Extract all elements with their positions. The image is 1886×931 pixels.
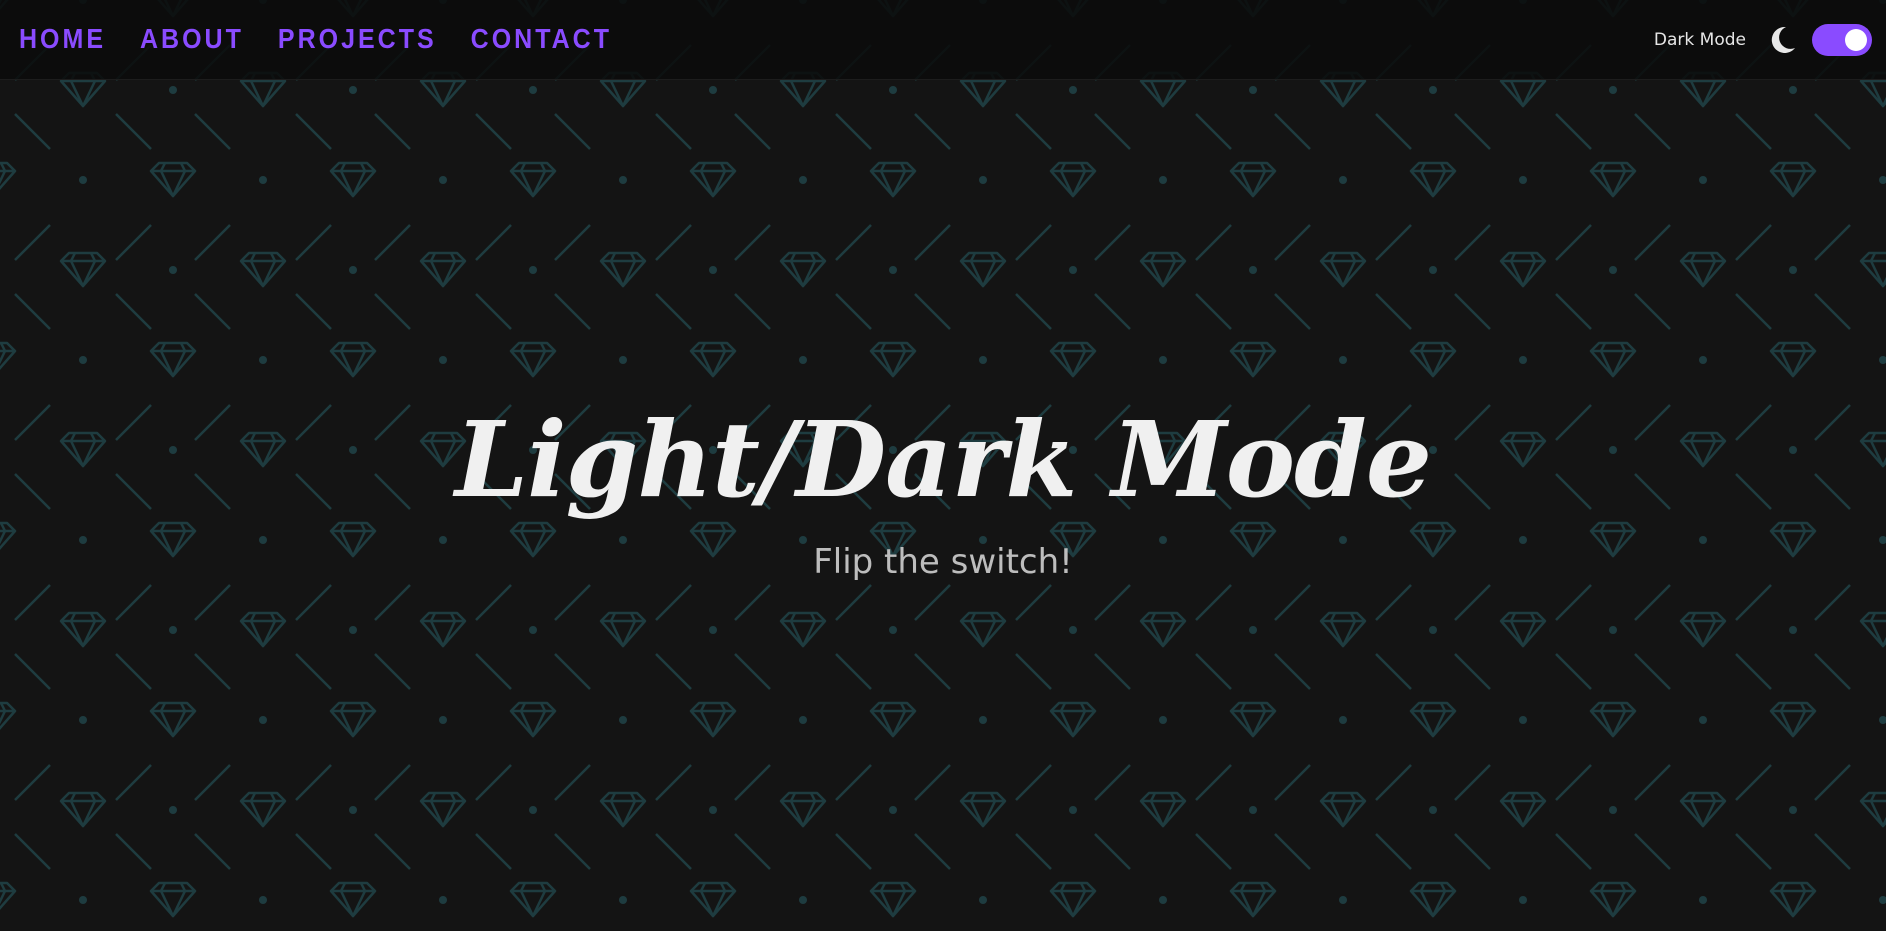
- top-navigation-bar: HOME ABOUT PROJECTS CONTACT Dark Mode: [0, 0, 1886, 80]
- hero-section: Light/Dark Mode Flip the switch!: [0, 398, 1886, 583]
- nav-link-home[interactable]: HOME: [19, 23, 106, 55]
- main-nav: HOME ABOUT PROJECTS CONTACT: [19, 23, 612, 55]
- dark-mode-control: Dark Mode: [1653, 23, 1872, 56]
- nav-link-about[interactable]: ABOUT: [140, 23, 244, 55]
- dark-mode-label: Dark Mode: [1653, 29, 1746, 50]
- dark-mode-toggle[interactable]: [1812, 23, 1872, 56]
- toggle-knob: [1845, 28, 1867, 51]
- nav-link-contact[interactable]: CONTACT: [471, 23, 612, 55]
- moon-icon: [1771, 26, 1795, 53]
- page: HOME ABOUT PROJECTS CONTACT Dark Mode Li…: [0, 0, 1886, 931]
- hero-title: Light/Dark Mode: [455, 398, 1432, 521]
- hero-subtitle: Flip the switch!: [813, 542, 1073, 582]
- nav-link-projects[interactable]: PROJECTS: [278, 23, 437, 55]
